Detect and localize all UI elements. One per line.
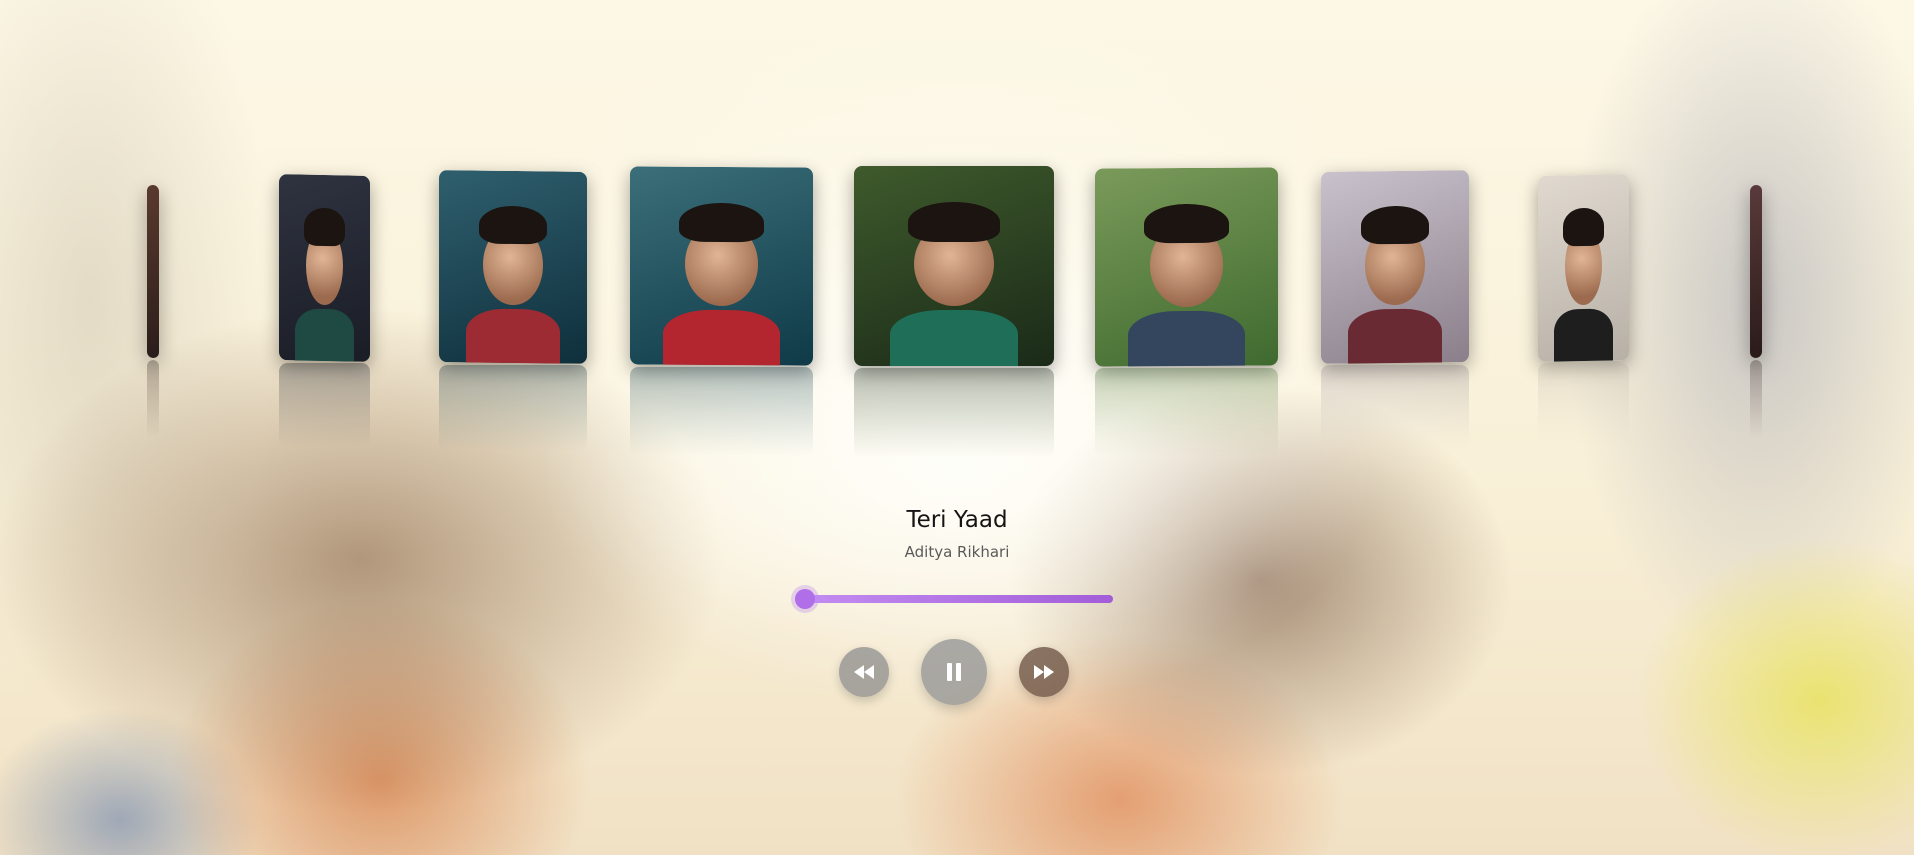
rewind-button[interactable] (839, 647, 889, 697)
progress-fill (795, 595, 1113, 603)
album-cover-4-reflection (630, 367, 813, 456)
fast-forward-icon (1034, 665, 1054, 679)
progress-thumb[interactable] (794, 589, 815, 609)
album-cover-7-reflection (1321, 365, 1469, 451)
album-cover-8-reflection (1538, 363, 1629, 447)
album-cover-6[interactable] (1095, 167, 1278, 367)
album-cover-3-reflection (439, 365, 587, 451)
album-cover-8[interactable] (1538, 174, 1629, 362)
pause-button[interactable] (921, 639, 987, 705)
album-cover-4[interactable] (630, 166, 813, 366)
album-cover-5[interactable] (854, 166, 1054, 366)
track-artist: Aditya Rikhari (904, 543, 1010, 561)
album-cover-1[interactable] (147, 184, 159, 359)
album-cover-7[interactable] (1321, 170, 1469, 364)
album-cover-1-reflection (147, 360, 159, 438)
album-cover-2-reflection (279, 363, 370, 447)
fast-forward-button[interactable] (1019, 647, 1069, 697)
album-cover-9-reflection (1750, 360, 1762, 438)
progress-bar[interactable] (795, 595, 1113, 603)
album-coverflow[interactable] (0, 0, 1914, 470)
album-cover-6-reflection (1095, 368, 1278, 457)
album-cover-2[interactable] (279, 174, 370, 362)
album-cover-5-reflection (854, 368, 1054, 458)
track-title: Teri Yaad (906, 507, 1008, 533)
pause-icon (947, 663, 961, 681)
album-cover-3[interactable] (439, 170, 587, 364)
album-cover-9[interactable] (1750, 184, 1762, 359)
rewind-icon (854, 665, 874, 679)
